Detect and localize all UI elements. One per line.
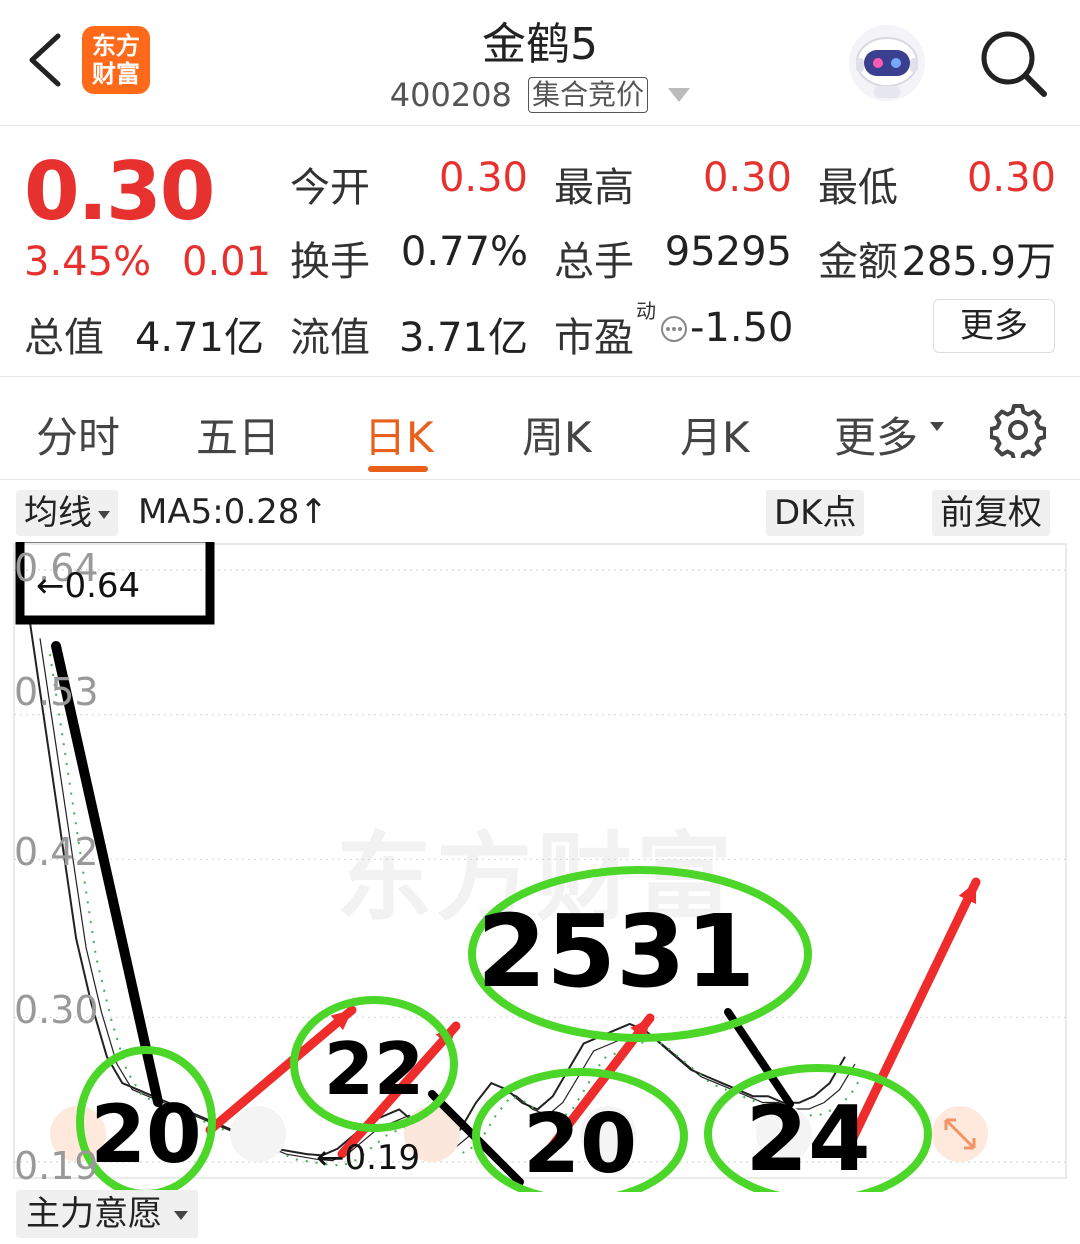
ma5-readout: MA5:0.28↑ (138, 492, 328, 532)
min-price-label: ←0.19 (316, 1138, 421, 1178)
tab-daily-k[interactable]: 日K (364, 404, 434, 465)
chevron-down-icon (174, 1211, 188, 1220)
header-bar: 东方 财富 金鹤5 400208 集合竞价 (0, 0, 1080, 126)
float-label: 流值 (290, 315, 370, 361)
chart-toolbar: 均线 MA5:0.28↑ DK点 前复权 (0, 482, 1080, 542)
pe-label: 市盈 (554, 315, 634, 361)
period-tabs: 分时 五日 日K 周K 月K 更多 (0, 378, 1080, 480)
dk-point-button[interactable]: DK点 (766, 490, 865, 536)
pe-value: -1.50 (690, 305, 794, 351)
indicator-select[interactable]: 均线 (16, 490, 118, 536)
volume-value: 95295 (664, 229, 792, 275)
ytick-label: 0.30 (14, 988, 99, 1032)
zoom-out-icon (230, 1106, 286, 1162)
mktcap-value: 4.71亿 (134, 315, 264, 361)
auction-tag: 集合竞价 (528, 77, 649, 113)
search-icon[interactable] (976, 26, 1050, 100)
chevron-down-icon (98, 510, 110, 519)
quote-panel: 0.30 3.45% 0.01 今开 0.30 最高 0.30 最低 0.30 … (0, 127, 1080, 377)
active-tab-indicator (368, 466, 428, 472)
annotation-number: 2531 (477, 893, 755, 1010)
tab-more[interactable]: 更多 (834, 404, 918, 465)
more-quote-button[interactable]: 更多 (933, 299, 1055, 353)
tab-five-day[interactable]: 五日 (196, 404, 280, 465)
volume-label: 总手 (554, 239, 634, 285)
open-value: 0.30 (438, 155, 528, 201)
more-dots-icon[interactable] (660, 315, 688, 343)
low-value: 0.30 (966, 155, 1056, 201)
tab-intraday[interactable]: 分时 (36, 404, 120, 465)
robot-assistant-icon[interactable] (846, 22, 928, 104)
sub-indicator-select[interactable]: 主力意愿 (16, 1190, 198, 1238)
annotation-number: 22 (324, 1027, 424, 1111)
low-label: 最低 (818, 165, 898, 211)
annotation-number: 20 (90, 1088, 201, 1181)
amount-label: 金额 (818, 239, 898, 285)
high-value: 0.30 (702, 155, 792, 201)
tab-monthly-k[interactable]: 月K (680, 404, 750, 465)
annotation-stroke (51, 641, 163, 1107)
annotation-number: 24 (745, 1087, 870, 1192)
chevron-down-icon (930, 422, 944, 431)
current-price: 0.30 (24, 145, 215, 238)
float-value: 3.71亿 (398, 315, 528, 361)
adjust-price-button[interactable]: 前复权 (932, 490, 1050, 536)
mktcap-label: 总值 (24, 315, 104, 361)
tab-weekly-k[interactable]: 周K (522, 404, 592, 465)
amount-value: 285.9万 (901, 239, 1056, 285)
ytick-label: 0.53 (14, 670, 99, 714)
high-label: 最高 (554, 165, 634, 211)
ytick-label: 0.19 (14, 1144, 99, 1188)
ytick-label: 0.42 (14, 830, 99, 874)
stock-code: 400208 (389, 76, 512, 114)
gear-icon[interactable] (990, 402, 1046, 458)
chart-canvas: 20 22 2531 20 24 (13, 542, 1067, 1192)
open-label: 今开 (290, 165, 370, 211)
handwritten-annotations: 20 22 2531 20 24 (15, 542, 981, 1192)
indicator-label: 均线 (24, 493, 92, 533)
turnover-value: 0.77% (400, 229, 528, 275)
annotation-number: 20 (523, 1097, 637, 1192)
change-amount: 0.01 (182, 239, 272, 285)
max-price-label: ←0.64 (36, 566, 141, 606)
pe-dynamic-sup: 动 (636, 299, 656, 323)
kline-chart[interactable]: 20 22 2531 20 24 0.64 0.53 0.42 0.30 0.19 ←0… (0, 542, 1080, 1192)
turnover-label: 换手 (290, 239, 370, 285)
chevron-down-icon[interactable] (668, 88, 691, 102)
change-percent: 3.45% (24, 239, 152, 285)
sub-indicator-label: 主力意愿 (26, 1194, 162, 1234)
